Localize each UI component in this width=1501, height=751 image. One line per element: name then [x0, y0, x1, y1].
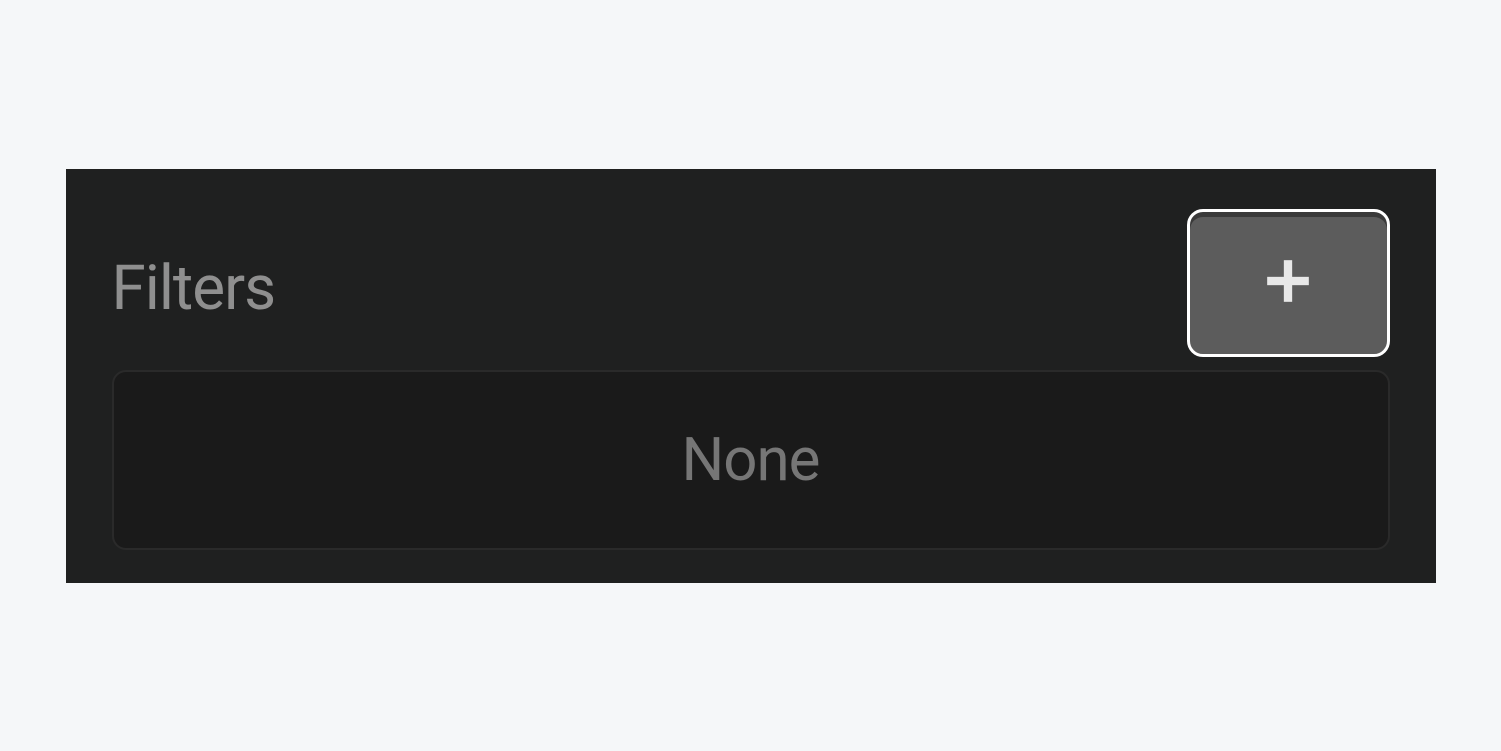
filters-header: Filters: [112, 211, 1390, 356]
filters-title: Filters: [112, 252, 276, 325]
plus-icon: [1263, 256, 1313, 310]
filters-list: None: [112, 370, 1390, 550]
filters-panel: Filters None: [66, 169, 1436, 583]
filters-empty-state: None: [682, 424, 820, 495]
add-filter-button[interactable]: [1187, 209, 1390, 357]
